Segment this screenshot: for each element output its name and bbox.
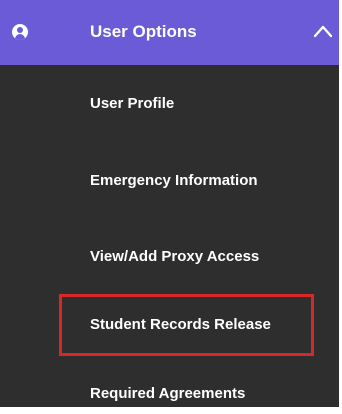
user-circle-icon bbox=[12, 24, 28, 40]
menu-item-emergency-information[interactable]: Emergency Information bbox=[0, 161, 339, 201]
menu-item-required-agreements[interactable]: Required Agreements bbox=[0, 374, 339, 414]
user-options-menu: User Options User Profile Emergency Info… bbox=[0, 0, 339, 407]
chevron-up-icon[interactable] bbox=[313, 22, 333, 42]
user-options-header[interactable]: User Options bbox=[0, 0, 339, 65]
menu-item-student-records-release[interactable]: Student Records Release bbox=[0, 305, 339, 345]
menu-item-label: Emergency Information bbox=[90, 172, 258, 189]
menu-item-label: Required Agreements bbox=[90, 385, 246, 402]
menu-item-label: Student Records Release bbox=[90, 316, 271, 333]
menu-item-label: View/Add Proxy Access bbox=[90, 248, 260, 265]
menu-item-proxy-access[interactable]: View/Add Proxy Access bbox=[0, 237, 339, 277]
menu-item-label: User Profile bbox=[90, 95, 175, 112]
menu-item-user-profile[interactable]: User Profile bbox=[0, 84, 339, 124]
menu-title: User Options bbox=[90, 22, 197, 41]
